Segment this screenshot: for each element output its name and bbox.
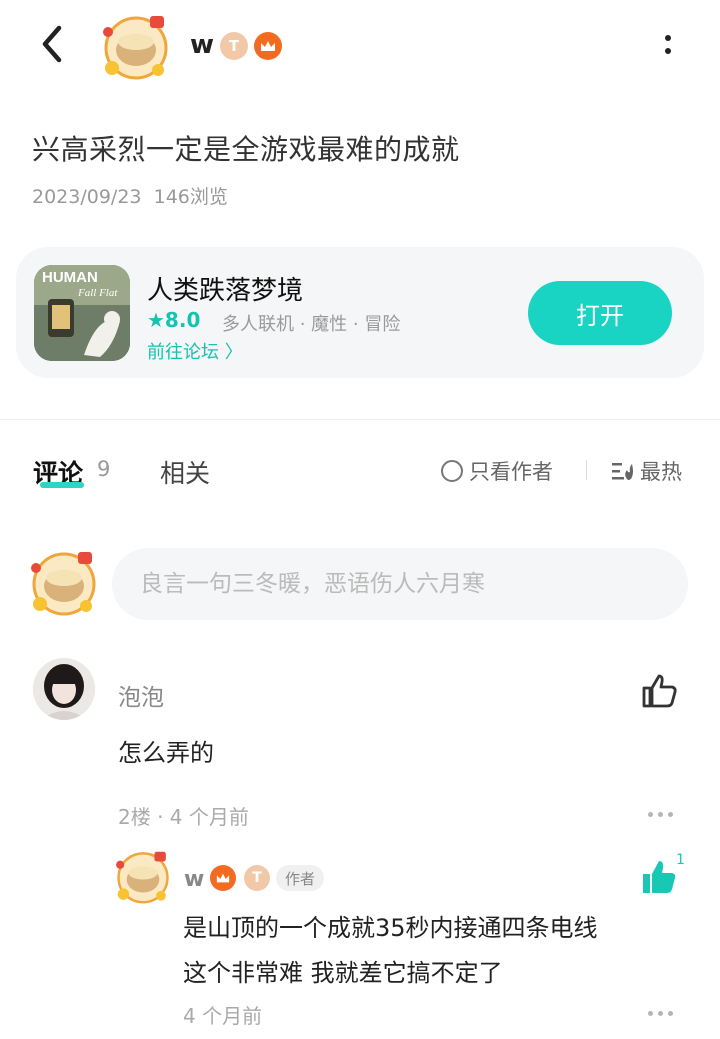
like-button[interactable]	[640, 672, 678, 710]
reply-avatar[interactable]	[112, 848, 174, 906]
post-meta: 2023/09/23 146浏览	[32, 182, 228, 209]
comment-input[interactable]	[112, 548, 688, 620]
tab-related[interactable]: 相关	[160, 454, 210, 490]
only-author-toggle[interactable]: 只看作者	[441, 456, 553, 486]
dot-icon	[668, 1011, 673, 1016]
commenter-name[interactable]: 泡泡	[118, 678, 164, 712]
reply-author-name[interactable]: w	[184, 867, 204, 892]
level-badge: T	[244, 865, 270, 891]
comment-count: 9	[97, 457, 111, 481]
dot-icon	[648, 812, 653, 817]
avatar-frame-icon	[103, 16, 168, 80]
reply-like-count: 1	[676, 852, 685, 868]
comment-text: 怎么弄的	[118, 739, 214, 767]
comment-more-button[interactable]	[648, 812, 673, 817]
commenter-avatar[interactable]	[33, 658, 95, 720]
avatar-frame-icon	[116, 851, 169, 904]
game-logo-line2: Fall Flat	[78, 287, 118, 299]
game-rating: ★8.0	[147, 308, 201, 332]
crown-shape	[261, 41, 275, 51]
dot-icon	[665, 47, 671, 54]
dot-icon	[658, 812, 663, 817]
reply-text-line2: 这个非常难 我就差它搞不定了	[183, 959, 503, 987]
chevron-left-icon	[42, 25, 62, 63]
dot-icon	[668, 812, 673, 817]
user-photo-icon	[33, 658, 95, 720]
divider	[586, 460, 587, 480]
author-avatar[interactable]	[98, 12, 174, 82]
reply-time: 4 个月前	[183, 1004, 263, 1028]
game-icon[interactable]: HUMAN Fall Flat	[34, 265, 130, 361]
divider	[0, 419, 720, 420]
open-game-button[interactable]: 打开	[528, 281, 672, 345]
sort-hot-button[interactable]: 最热	[610, 456, 682, 486]
more-options-button[interactable]	[650, 24, 686, 64]
avatar-frame-icon	[31, 552, 96, 616]
game-tags: 多人联机 · 魔性 · 冒险	[222, 314, 401, 335]
dot-icon	[658, 1011, 663, 1016]
back-button[interactable]	[30, 22, 74, 66]
level-badge-text: T	[228, 37, 240, 55]
only-author-label: 只看作者	[469, 460, 553, 484]
tab-active-indicator	[40, 482, 84, 488]
thumbs-up-filled-icon	[643, 861, 676, 893]
author-name[interactable]: w	[190, 30, 214, 60]
forum-link[interactable]: 前往论坛 〉	[147, 338, 243, 364]
sort-icon	[612, 463, 633, 480]
dot-icon	[665, 34, 671, 41]
game-logo-line1: HUMAN	[42, 269, 98, 286]
comment-meta: 2楼 · 4 个月前	[118, 805, 249, 829]
crown-shape	[216, 873, 230, 883]
thumbs-up-icon	[642, 674, 677, 708]
sort-label: 最热	[640, 460, 682, 484]
radio-icon	[441, 460, 463, 482]
dot-icon	[648, 1011, 653, 1016]
crown-icon	[210, 865, 236, 891]
level-badge-text: T	[252, 870, 262, 886]
post-views: 146浏览	[153, 186, 228, 208]
author-tag: 作者	[276, 865, 324, 891]
post-title: 兴高采烈一定是全游戏最难的成就	[32, 133, 460, 166]
reply-text-line1: 是山顶的一个成就35秒内接通四条电线	[183, 914, 598, 942]
reply-like-button[interactable]	[640, 858, 678, 896]
reply-more-button[interactable]	[648, 1011, 673, 1016]
post-date: 2023/09/23	[32, 186, 142, 208]
my-avatar	[26, 548, 102, 618]
crown-icon	[254, 32, 282, 60]
game-name[interactable]: 人类跌落梦境	[147, 270, 303, 307]
level-badge: T	[220, 32, 248, 60]
